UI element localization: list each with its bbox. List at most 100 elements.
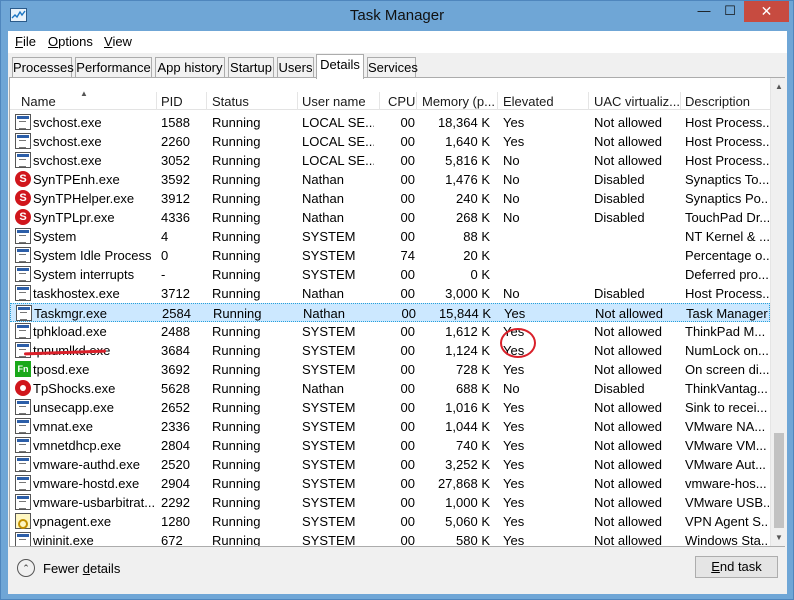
table-row[interactable]: tphkload.exe 2488 Running SYSTEM 00 1,612 K Ye… — [10, 322, 770, 341]
process-memory: 27,868 K — [437, 476, 490, 491]
table-row[interactable]: svchost.exe 3052 Running LOCAL SE... 00 5,816… — [10, 151, 770, 170]
column-user-name[interactable]: User name — [302, 94, 366, 109]
process-pid: 0 — [161, 248, 169, 263]
column-memory[interactable]: Memory (p... — [422, 94, 495, 109]
process-cpu: 00 — [400, 476, 415, 491]
table-row[interactable]: unsecapp.exe 2652 Running SYSTEM 00 1,016 K Ye… — [10, 398, 770, 417]
table-row[interactable]: vmware-hostd.exe 2904 Running SYSTEM 00 27,86… — [10, 474, 770, 493]
synaptics-icon: S — [15, 209, 31, 225]
maximize-button[interactable]: ☐ — [717, 1, 743, 22]
table-row[interactable]: tpnumlkd.exe3684RunningSYSTEM001,124 KYe… — [10, 341, 770, 360]
tab-startup[interactable]: Startup — [228, 57, 274, 78]
table-row[interactable]: taskhostex.exe 3712 Running Nathan 00 3,000 K… — [10, 284, 770, 303]
process-status: Running — [212, 210, 261, 225]
tab-details[interactable]: Details — [316, 54, 364, 79]
table-row[interactable]: TpShocks.exe 5628 Running Nathan 00 688 K No Di… — [10, 379, 770, 398]
column-uac-virtualization[interactable]: UAC virtualiz... — [594, 94, 680, 109]
fewer-details-text: Fewer — [43, 561, 83, 576]
process-memory: 268 K — [456, 210, 490, 225]
table-row[interactable]: S SynTPEnh.exe 3592 Running Nathan 00 1,476 K N… — [10, 170, 770, 189]
table-row[interactable]: wininit.exe 672 Running SYSTEM 00 580 K Yes Not… — [10, 531, 770, 546]
minimize-button[interactable]: — — [691, 1, 717, 22]
title-bar[interactable]: Task Manager — ☐ ✕ — [1, 1, 793, 31]
process-description: ThinkPad M... — [685, 324, 766, 339]
column-divider[interactable] — [379, 92, 380, 110]
process-user: SYSTEM — [302, 514, 356, 529]
table-row[interactable]: vmnat.exe 2336 Running SYSTEM 00 1,044 K Yes No… — [10, 417, 770, 436]
table-row[interactable]: svchost.exe 2260 Running LOCAL SE... 00 1,640… — [10, 132, 770, 151]
process-cpu: 00 — [400, 400, 415, 415]
table-row[interactable]: System 4 Running SYSTEM 00 88 K NT Kernel & ..… — [10, 227, 770, 246]
table-row[interactable]: S SynTPHelper.exe 3912 Running Nathan 00 240 K… — [10, 189, 770, 208]
process-uac: Not allowed — [594, 400, 662, 415]
tab-performance[interactable]: Performance — [75, 57, 152, 78]
column-divider[interactable] — [297, 92, 298, 110]
footer-bar: ⌃ Fewer details End task — [8, 549, 787, 594]
scroll-up-icon[interactable]: ▲ — [771, 78, 787, 95]
process-elevated: Yes — [503, 495, 525, 510]
table-row[interactable]: vpnagent.exe 1280 Running SYSTEM 00 5,060 K Ye… — [10, 512, 770, 531]
process-name: svchost.exe — [33, 115, 102, 130]
column-divider[interactable] — [588, 92, 589, 110]
process-cpu: 74 — [400, 248, 415, 263]
table-row[interactable]: S SynTPLpr.exe 4336 Running Nathan 00 268 K No D… — [10, 208, 770, 227]
window-icon — [15, 399, 31, 415]
column-pid[interactable]: PID — [161, 94, 183, 109]
column-elevated[interactable]: Elevated — [503, 94, 554, 109]
tab-services[interactable]: Services — [367, 57, 418, 78]
column-divider[interactable] — [680, 92, 681, 110]
scroll-down-icon[interactable]: ▼ — [771, 530, 787, 546]
process-status: Running — [212, 495, 261, 510]
menu-file[interactable]: File — [15, 34, 36, 49]
process-cpu: 00 — [400, 134, 415, 149]
table-row[interactable]: vmnetdhcp.exe 2804 Running SYSTEM 00 740 K Yes… — [10, 436, 770, 455]
process-description: NumLock on... — [685, 343, 769, 358]
table-row[interactable]: Fn tposd.exe 3692 Running SYSTEM 00 728 K Yes No… — [10, 360, 770, 379]
column-cpu[interactable]: CPU — [388, 94, 415, 109]
process-status: Running — [212, 248, 261, 263]
process-name: System Idle Process — [33, 248, 152, 263]
tab-users[interactable]: Users — [277, 57, 314, 78]
process-description: TouchPad Dr... — [685, 210, 769, 225]
menu-options-label: ptions — [58, 34, 93, 49]
table-row[interactable]: svchost.exe 1588 Running LOCAL SE... 00 18,36… — [10, 113, 770, 132]
process-uac: Not allowed — [594, 324, 662, 339]
column-name[interactable]: Name — [21, 94, 56, 109]
column-divider[interactable] — [206, 92, 207, 110]
window-icon — [15, 266, 31, 282]
column-divider[interactable] — [497, 92, 498, 110]
column-divider[interactable] — [416, 92, 417, 110]
table-row-selected[interactable]: Taskmgr.exe 2584 Running Nathan 00 15,844 K Ye… — [10, 303, 770, 322]
fewer-details-link[interactable]: Fewer details — [43, 561, 120, 576]
process-pid: 2584 — [162, 306, 191, 321]
tab-processes[interactable]: Processes — [12, 57, 74, 78]
column-status[interactable]: Status — [212, 94, 249, 109]
process-name: svchost.exe — [33, 153, 102, 168]
process-pid: 3712 — [161, 286, 190, 301]
column-divider[interactable] — [156, 92, 157, 110]
synaptics-icon: S — [15, 171, 31, 187]
process-description: NT Kernel & ... — [685, 229, 769, 244]
table-row[interactable]: vmware-authd.exe 2520 Running SYSTEM 00 3,252… — [10, 455, 770, 474]
end-task-button[interactable]: End task — [695, 556, 778, 578]
process-uac: Not allowed — [594, 419, 662, 434]
menu-options[interactable]: Options — [48, 34, 93, 49]
column-description[interactable]: Description — [685, 94, 750, 109]
process-name: SynTPHelper.exe — [33, 191, 135, 206]
process-elevated: No — [503, 153, 520, 168]
vertical-scrollbar[interactable]: ▲ ▼ — [770, 78, 786, 546]
menu-view[interactable]: View — [104, 34, 132, 49]
close-button[interactable]: ✕ — [744, 1, 789, 22]
table-row[interactable]: vmware-usbarbitrat... 2292 Running SYSTEM 00… — [10, 493, 770, 512]
process-memory: 740 K — [456, 438, 490, 453]
process-elevated: Yes — [503, 115, 525, 130]
table-row[interactable]: System Idle Process 0 Running SYSTEM 74 20 K P… — [10, 246, 770, 265]
process-name: unsecapp.exe — [33, 400, 114, 415]
table-row[interactable]: System interrupts - Running SYSTEM 00 0 K Defe… — [10, 265, 770, 284]
process-name: vmnat.exe — [33, 419, 93, 434]
process-cpu: 00 — [400, 362, 415, 377]
chevron-up-circle-icon[interactable]: ⌃ — [17, 559, 35, 577]
process-user: Nathan — [302, 381, 344, 396]
tab-app-history[interactable]: App history — [155, 57, 225, 78]
scrollbar-thumb[interactable] — [774, 433, 784, 528]
